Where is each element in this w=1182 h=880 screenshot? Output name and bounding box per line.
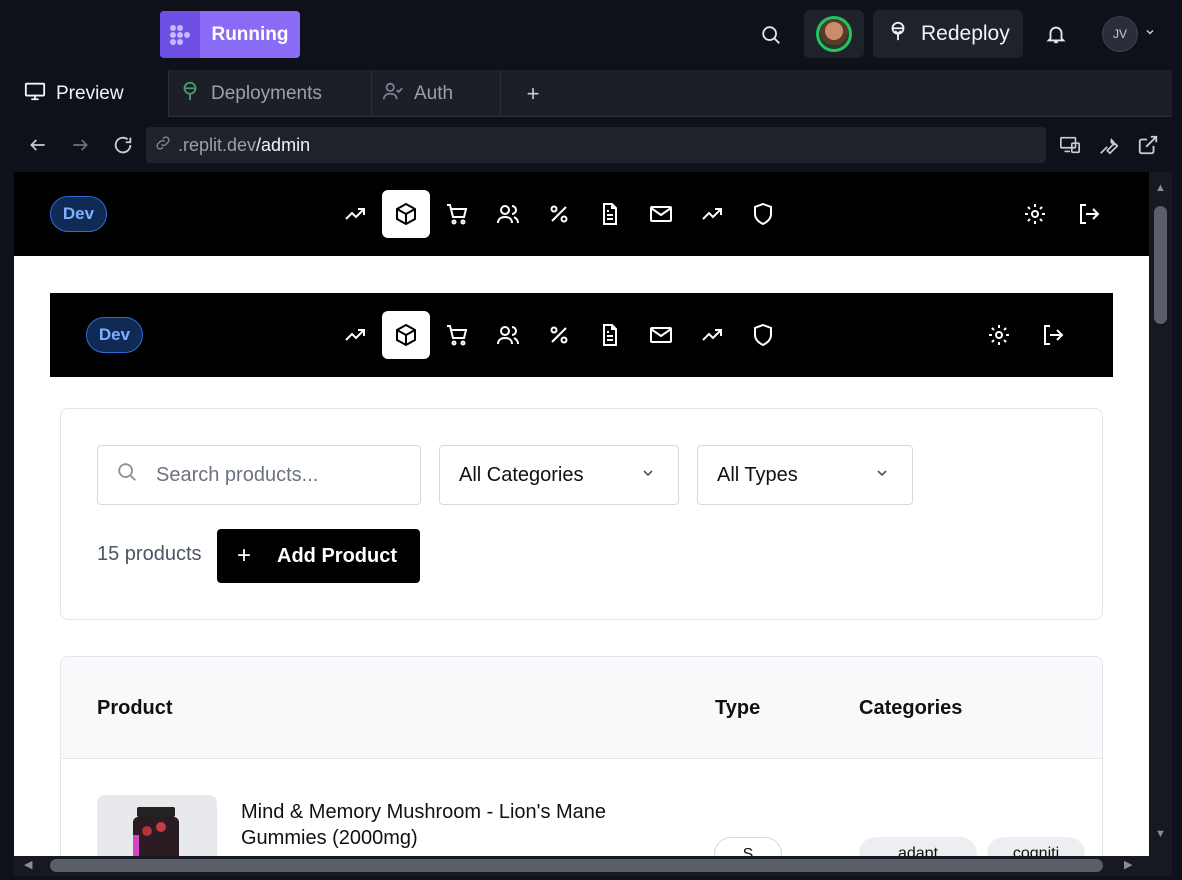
wrench-icon[interactable] [1095, 131, 1123, 159]
scroll-up-icon[interactable]: ▲ [1155, 182, 1166, 194]
type-select[interactable]: All Types [697, 445, 913, 505]
monitor-icon [24, 80, 46, 108]
mail-icon[interactable] [637, 311, 685, 359]
forward-icon[interactable] [66, 131, 94, 159]
users-icon[interactable] [484, 311, 532, 359]
address-bar: .replit.dev /admin [14, 118, 1172, 172]
tab-auth[interactable]: Auth [372, 70, 501, 117]
reload-icon[interactable] [109, 131, 137, 159]
redeploy-label: Redeploy [921, 22, 1010, 45]
env-badge: Dev [86, 317, 143, 353]
preview-viewport: Dev Dev All Cat [14, 172, 1149, 856]
column-header-categories[interactable]: Categories [859, 697, 962, 720]
logout-icon[interactable] [1029, 311, 1077, 359]
scroll-left-icon[interactable]: ◀ [24, 858, 32, 871]
cart-icon[interactable] [433, 190, 481, 238]
deployments-icon [179, 80, 201, 108]
scrollbar-thumb[interactable] [1154, 206, 1167, 324]
env-badge: Dev [50, 196, 107, 232]
product-title: Mind & Memory Mushroom - Lion's Mane Gum… [241, 801, 607, 849]
add-product-label: Add Product [277, 544, 398, 567]
percent-icon[interactable] [535, 311, 583, 359]
add-tab-button[interactable]: + [519, 80, 547, 108]
category-badge: adapt [859, 837, 977, 856]
type-select-value: All Types [717, 463, 798, 486]
avatar [816, 16, 852, 52]
url-domain: .replit.dev [178, 134, 257, 155]
agent-avatar-button[interactable] [804, 10, 864, 58]
mail-icon[interactable] [637, 190, 685, 238]
replit-logo-icon [160, 11, 200, 58]
tab-deployments[interactable]: Deployments [169, 70, 372, 117]
link-icon [154, 134, 172, 157]
users-icon[interactable] [484, 190, 532, 238]
file-icon[interactable] [586, 311, 634, 359]
product-thumbnail [97, 795, 217, 856]
plus-icon: + [526, 81, 540, 106]
shield-icon[interactable] [739, 311, 787, 359]
chevron-down-icon [640, 464, 656, 487]
back-icon[interactable] [24, 131, 52, 159]
product-count: 15 products [97, 543, 202, 565]
tab-strip: Preview Deployments Auth + [14, 70, 1172, 117]
url-field[interactable]: .replit.dev /admin [146, 127, 1046, 163]
redeploy-button[interactable]: Redeploy [873, 10, 1023, 58]
search-box[interactable] [97, 445, 421, 505]
scroll-down-icon[interactable]: ▼ [1155, 828, 1166, 840]
top-bar: Running Redeploy JV [0, 0, 1182, 70]
tab-label: Preview [56, 82, 124, 104]
category-badge: cogniti [987, 837, 1085, 856]
add-product-button[interactable]: + Add Product [217, 529, 420, 583]
admin-nav-sticky: Dev [14, 172, 1149, 256]
scroll-right-icon[interactable]: ▶ [1124, 858, 1132, 871]
gear-icon[interactable] [1011, 190, 1059, 238]
cart-icon[interactable] [433, 311, 481, 359]
product-table: Product Type Categories Mind & Memory Mu… [60, 656, 1103, 856]
admin-nav: Dev [50, 293, 1113, 377]
scrollbar-thumb[interactable] [50, 859, 1103, 872]
plus-icon: + [237, 542, 252, 569]
analytics-icon[interactable] [331, 190, 379, 238]
bell-icon[interactable] [1042, 20, 1070, 48]
analytics-icon[interactable] [331, 311, 379, 359]
trending-icon[interactable] [688, 311, 736, 359]
gear-icon[interactable] [975, 311, 1023, 359]
user-menu[interactable]: JV [1102, 15, 1160, 53]
search-icon[interactable] [757, 21, 785, 49]
horizontal-scrollbar[interactable]: ◀ ▶ [14, 856, 1172, 876]
table-header: Product Type Categories [61, 657, 1102, 759]
column-header-type[interactable]: Type [715, 697, 760, 720]
user-check-icon [382, 80, 404, 108]
devices-icon[interactable] [1056, 131, 1084, 159]
user-initials: JV [1102, 16, 1138, 52]
external-link-icon[interactable] [1134, 131, 1162, 159]
search-input[interactable] [156, 463, 386, 487]
category-select[interactable]: All Categories [439, 445, 679, 505]
chevron-down-icon [1144, 25, 1156, 43]
file-icon[interactable] [586, 190, 634, 238]
percent-icon[interactable] [535, 190, 583, 238]
package-icon[interactable] [382, 190, 430, 238]
package-icon[interactable] [382, 311, 430, 359]
shield-icon[interactable] [739, 190, 787, 238]
tab-label: Deployments [211, 82, 322, 104]
tab-preview[interactable]: Preview [14, 70, 169, 117]
deploy-icon [887, 20, 909, 48]
column-header-product[interactable]: Product [97, 697, 173, 720]
url-path: /admin [256, 134, 311, 155]
type-badge: S [714, 837, 782, 856]
trending-icon[interactable] [688, 190, 736, 238]
chevron-down-icon [874, 464, 890, 487]
filter-card: All Categories All Types 15 products + A… [60, 408, 1103, 620]
run-status-button[interactable]: Running [160, 11, 300, 58]
search-icon [116, 461, 138, 489]
run-status-label: Running [200, 11, 300, 58]
vertical-scrollbar[interactable]: ▲ ▼ [1149, 172, 1172, 856]
category-select-value: All Categories [459, 463, 584, 486]
tab-label: Auth [414, 82, 454, 104]
logout-icon[interactable] [1065, 190, 1113, 238]
